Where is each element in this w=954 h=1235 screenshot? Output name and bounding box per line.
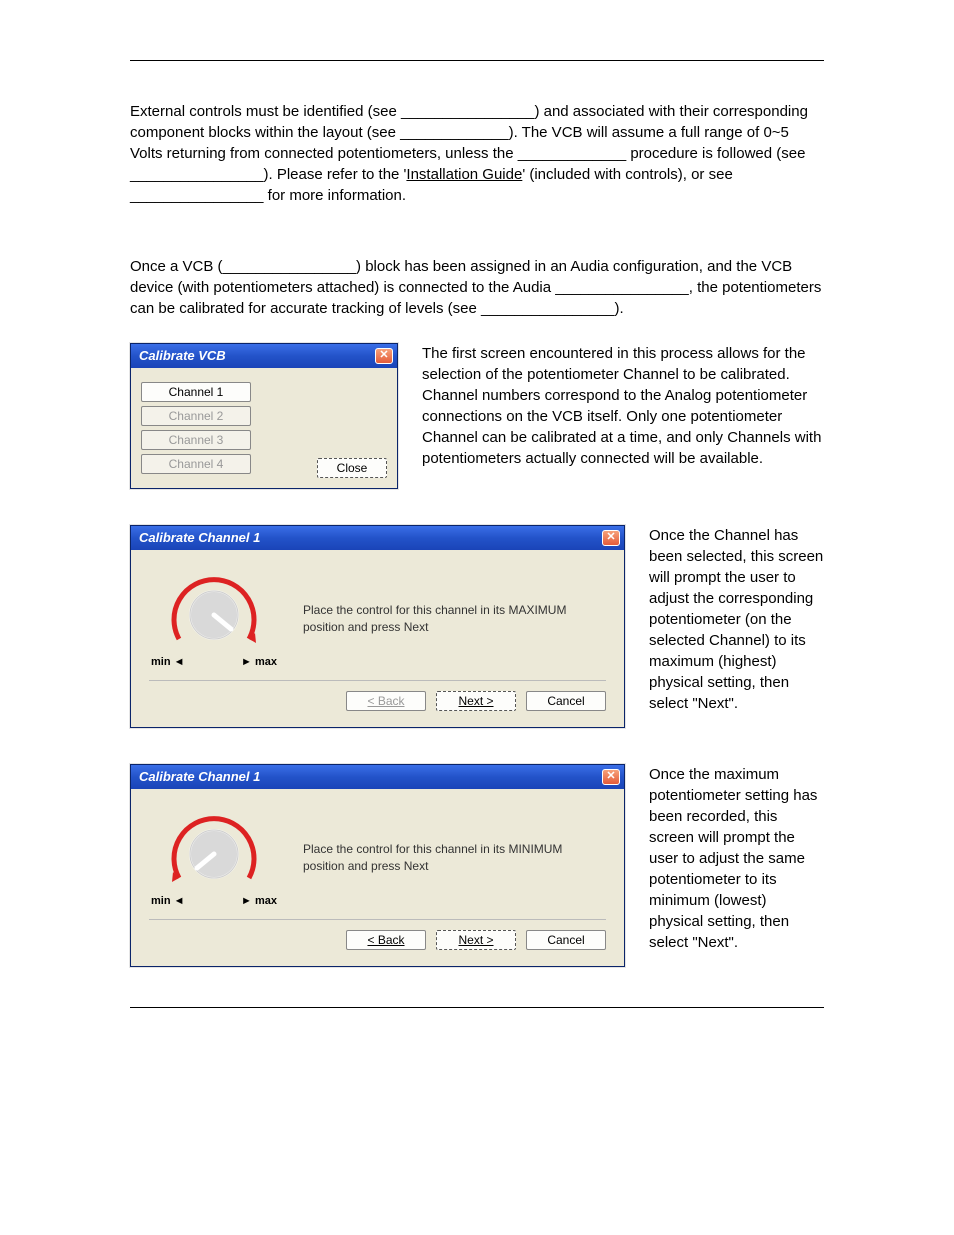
channel-4-button: Channel 4 <box>141 454 251 474</box>
calibrate-intro-paragraph: Once a VCB (________________) block has … <box>130 256 824 319</box>
blank: _____________ <box>518 145 626 162</box>
back-button: < Back <box>346 691 426 711</box>
max-label: ► max <box>241 655 277 670</box>
min-label: min ◄ <box>151 655 185 670</box>
text: procedure is followed (see <box>626 145 805 162</box>
separator <box>149 680 606 681</box>
close-icon[interactable]: ✕ <box>602 530 620 546</box>
titlebar[interactable]: Calibrate VCB ✕ <box>131 344 397 368</box>
instruction-text: Place the control for this channel in it… <box>303 602 606 636</box>
back-button[interactable]: < Back <box>346 930 426 950</box>
blank: ________________ <box>130 187 263 204</box>
blank: ________________ <box>130 166 263 183</box>
blank: ________________ <box>481 300 614 317</box>
cancel-button[interactable]: Cancel <box>526 691 606 711</box>
bottom-rule <box>130 1007 824 1008</box>
calibrate-channel-max-dialog: Calibrate Channel 1 ✕ min ◄ ► max <box>130 525 625 728</box>
close-icon[interactable]: ✕ <box>602 769 620 785</box>
knob-icon <box>159 567 269 657</box>
blank: ________________ <box>555 279 688 296</box>
dlg3-description: Once the maximum potentiometer setting h… <box>649 764 824 953</box>
separator <box>149 919 606 920</box>
titlebar[interactable]: Calibrate Channel 1 ✕ <box>131 526 624 550</box>
blank: _____________ <box>400 124 508 141</box>
close-button[interactable]: Close <box>317 458 387 478</box>
knob-graphic-max: min ◄ ► max <box>149 567 279 670</box>
channel-1-button[interactable]: Channel 1 <box>141 382 251 402</box>
max-label: ► max <box>241 894 277 909</box>
dlg2-description: Once the Channel has been selected, this… <box>649 525 824 714</box>
text: ). Please refer to the ' <box>263 166 406 183</box>
dialog-title: Calibrate Channel 1 <box>139 768 260 786</box>
dialog-title: Calibrate VCB <box>139 347 226 365</box>
blank: ________________ <box>401 103 534 120</box>
cancel-button[interactable]: Cancel <box>526 930 606 950</box>
channel-3-button: Channel 3 <box>141 430 251 450</box>
top-rule <box>130 60 824 61</box>
installation-guide-link[interactable]: Installation Guide <box>406 166 522 183</box>
channel-2-button: Channel 2 <box>141 406 251 426</box>
blank: ________________ <box>223 258 356 275</box>
text: ). <box>615 300 624 317</box>
knob-icon <box>159 806 269 896</box>
dlg1-description: The first screen encountered in this pro… <box>422 343 824 469</box>
calibrate-vcb-dialog: Calibrate VCB ✕ Channel 1 Channel 2 Chan… <box>130 343 398 489</box>
min-label: min ◄ <box>151 894 185 909</box>
text: for more information. <box>263 187 406 204</box>
next-button[interactable]: Next > <box>436 691 516 711</box>
titlebar[interactable]: Calibrate Channel 1 ✕ <box>131 765 624 789</box>
instruction-text: Place the control for this channel in it… <box>303 841 606 875</box>
calibrate-channel-min-dialog: Calibrate Channel 1 ✕ min ◄ ► max <box>130 764 625 967</box>
knob-graphic-min: min ◄ ► max <box>149 806 279 909</box>
text: External controls must be identified (se… <box>130 103 401 120</box>
intro-paragraph: External controls must be identified (se… <box>130 101 824 206</box>
text: ' (included with controls), or see <box>522 166 732 183</box>
close-icon[interactable]: ✕ <box>375 348 393 364</box>
next-button[interactable]: Next > <box>436 930 516 950</box>
text: Once a VCB ( <box>130 258 223 275</box>
dialog-title: Calibrate Channel 1 <box>139 529 260 547</box>
